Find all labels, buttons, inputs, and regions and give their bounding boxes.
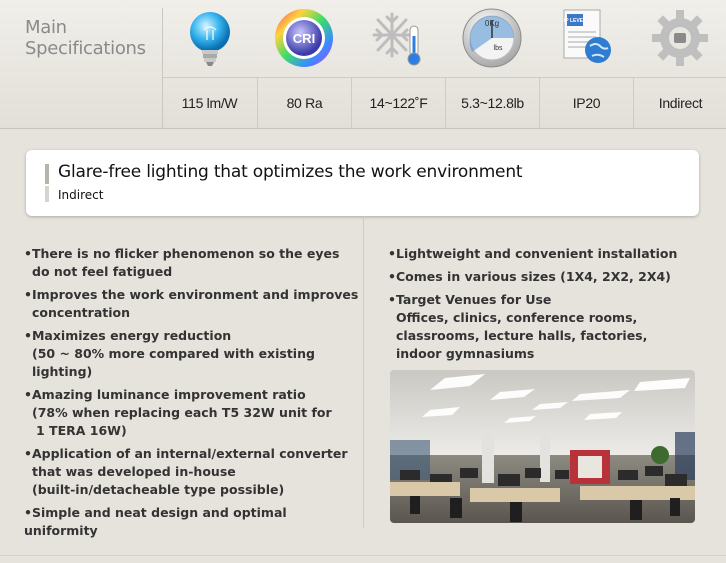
banner-accent-bar (45, 164, 49, 184)
banner-title: Glare-free lighting that optimizes the w… (58, 162, 523, 182)
snowflake-thermometer-icon (351, 4, 444, 72)
list-item: •Target Venues for Use Offices, clinics,… (388, 292, 648, 361)
spec-icon-row: CRI 0Kg lbs IP LEVEL (163, 0, 726, 76)
main-specifications-title: Main Specifications (25, 17, 146, 59)
list-item: •Improves the work environment and impro… (24, 287, 359, 320)
svg-text:lbs: lbs (493, 45, 502, 52)
spec-weight: 5.3~12.8lb (445, 78, 539, 128)
list-item: •Application of an internal/external con… (24, 446, 348, 497)
banner-accent-bar-small (45, 186, 49, 202)
ip-level-icon: IP LEVEL (539, 4, 632, 72)
spec-ip-rating: IP20 (539, 78, 633, 128)
spec-efficacy: 115 lm/W (181, 95, 238, 111)
spec-lighting-type: Indirect (633, 78, 726, 128)
spec-value-row: 115 lm/W 80 Ra 14~122˚F 5.3~12.8lb IP20 … (163, 77, 726, 128)
bottom-divider (0, 555, 726, 556)
list-item: •Comes in various sizes (1X4, 2X2, 2X4) (388, 269, 671, 284)
banner-subtitle: Indirect (58, 188, 104, 202)
list-item: •There is no flicker phenomenon so the e… (24, 246, 340, 279)
left-feature-list: •There is no flicker phenomenon so the e… (24, 245, 359, 545)
svg-text:IP LEVEL: IP LEVEL (563, 18, 585, 24)
cri-icon: CRI (257, 4, 350, 72)
feature-banner: Glare-free lighting that optimizes the w… (26, 150, 699, 216)
svg-text:CRI: CRI (292, 31, 314, 46)
list-item: •Simple and neat design and optimal unif… (24, 505, 287, 538)
list-item: •Lightweight and convenient installation (388, 246, 678, 261)
spec-cri: 80 Ra (257, 78, 351, 128)
svg-text:0Kg: 0Kg (484, 19, 498, 28)
spec-temperature: 14~122˚F (351, 78, 445, 128)
list-item: •Amazing luminance improvement ratio (78… (24, 387, 332, 438)
column-divider (363, 218, 364, 528)
gear-icon (633, 4, 726, 72)
list-item: •Maximizes energy reduction (50 ~ 80% mo… (24, 328, 315, 379)
spec-header-panel: Main Specifications CRI 0Kg lbs IP LEVEL… (0, 0, 726, 129)
right-feature-list: •Lightweight and convenient installation… (388, 245, 708, 368)
office-photo (390, 370, 695, 523)
bulb-icon (163, 4, 256, 72)
weight-scale-icon: 0Kg lbs (445, 4, 538, 72)
